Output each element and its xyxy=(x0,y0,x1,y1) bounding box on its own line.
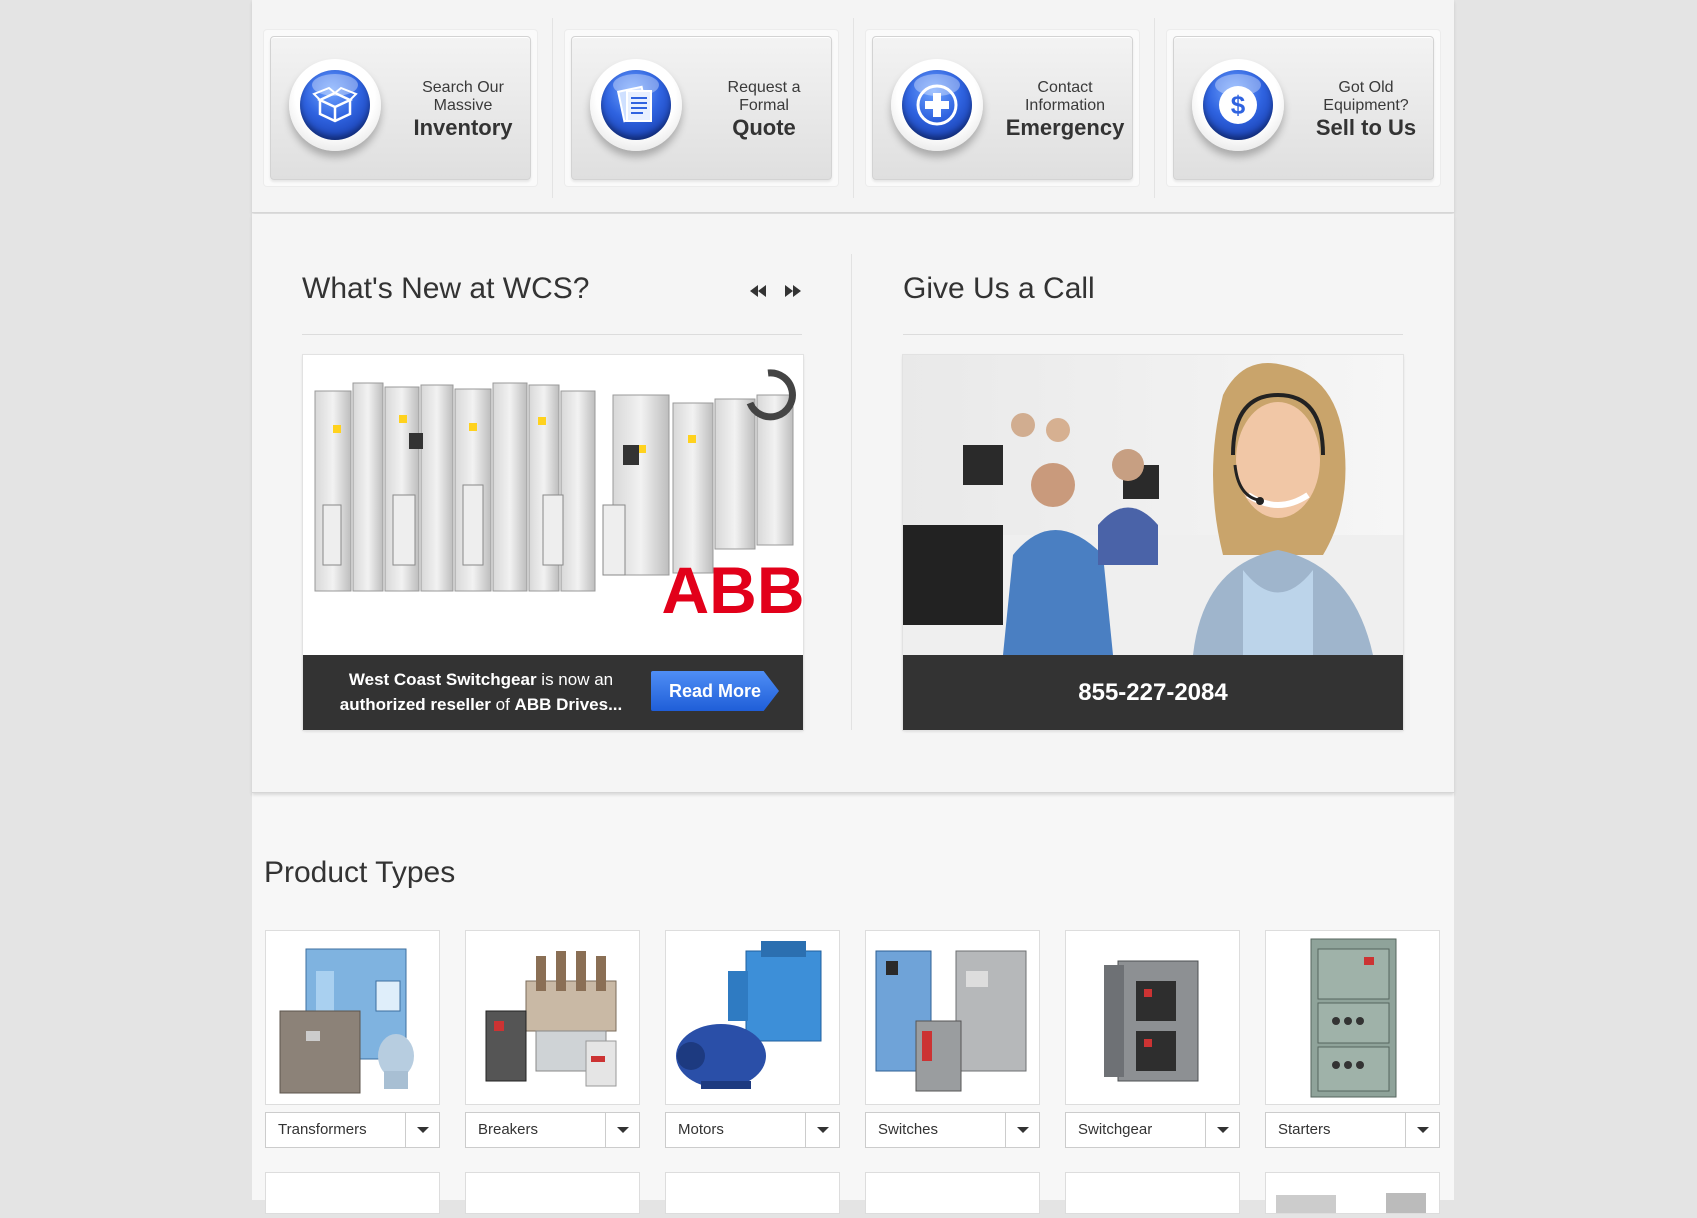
news-text: of xyxy=(490,695,515,714)
phone-number[interactable]: 855-227-2084 xyxy=(903,655,1403,730)
product-card-starters[interactable]: Starters xyxy=(1265,930,1440,1148)
dropdown-label: Switchgear xyxy=(1078,1121,1153,1138)
breakers-dropdown[interactable]: Breakers xyxy=(465,1112,640,1148)
news-company: West Coast Switchgear xyxy=(348,670,537,689)
card-title: Inventory xyxy=(413,115,513,140)
search-inventory-card[interactable]: Search Our Massive Inventory xyxy=(264,30,537,186)
product-card-switchgear[interactable]: Switchgear xyxy=(1065,930,1240,1148)
card-label: Contact Information Emergency xyxy=(995,79,1135,141)
dropdown-label: Motors xyxy=(678,1121,724,1138)
product-card-next-row[interactable] xyxy=(1265,1172,1440,1214)
next-arrow-button[interactable] xyxy=(782,280,804,302)
product-card-transformers[interactable]: Transformers xyxy=(265,930,440,1148)
switches-dropdown[interactable]: Switches xyxy=(865,1112,1040,1148)
divider xyxy=(1154,18,1155,198)
call-panel: 855-227-2084 xyxy=(903,355,1403,730)
switch-image xyxy=(865,930,1040,1105)
switchgear-image xyxy=(1065,930,1240,1105)
dollar-icon: $ xyxy=(1192,59,1284,151)
request-quote-card[interactable]: Request a Formal Quote xyxy=(565,30,838,186)
product-card-next-row[interactable] xyxy=(665,1172,840,1214)
card-line: Equipment? xyxy=(1323,97,1409,114)
abb-drives-image: ABB xyxy=(303,355,803,655)
product-card-next-row[interactable] xyxy=(1065,1172,1240,1214)
svg-text:$: $ xyxy=(1231,90,1246,120)
document-icon xyxy=(590,59,682,151)
breaker-image xyxy=(465,930,640,1105)
card-line: Contact xyxy=(1037,79,1093,96)
card-line: Got Old xyxy=(1338,79,1394,96)
card-title: Quote xyxy=(732,115,796,140)
chevron-down-icon[interactable] xyxy=(1005,1113,1039,1147)
card-face: Contact Information Emergency xyxy=(872,36,1133,180)
dropdown-label: Switches xyxy=(878,1121,939,1138)
motors-dropdown[interactable]: Motors xyxy=(665,1112,840,1148)
plus-icon xyxy=(891,59,983,151)
quick-links-bar: Search Our Massive Inventory Request a F… xyxy=(252,0,1454,213)
card-face: Search Our Massive Inventory xyxy=(270,36,531,180)
products-title: Product Types xyxy=(264,856,456,889)
read-more-button[interactable]: Read More xyxy=(651,671,779,711)
card-label: Request a Formal Quote xyxy=(694,79,834,141)
card-line: Formal xyxy=(739,97,789,114)
sell-to-us-card[interactable]: $ Got Old Equipment? Sell to Us xyxy=(1167,30,1440,186)
news-product: ABB Drives... xyxy=(514,695,623,714)
title-divider xyxy=(903,334,1403,335)
transformers-dropdown[interactable]: Transformers xyxy=(265,1112,440,1148)
product-card-breakers[interactable]: Breakers xyxy=(465,930,640,1148)
motor-image xyxy=(665,930,840,1105)
dropdown-label: Starters xyxy=(1278,1121,1331,1138)
card-line: Request a xyxy=(727,79,801,96)
chevron-down-icon[interactable] xyxy=(805,1113,839,1147)
box-icon xyxy=(289,59,381,151)
starters-dropdown[interactable]: Starters xyxy=(1265,1112,1440,1148)
dropdown-label: Transformers xyxy=(278,1121,367,1138)
news-text: is now an xyxy=(536,670,614,689)
card-line: Search Our xyxy=(422,79,504,96)
card-label: Got Old Equipment? Sell to Us xyxy=(1296,79,1436,141)
chevron-down-icon[interactable] xyxy=(405,1113,439,1147)
switchgear-dropdown[interactable]: Switchgear xyxy=(1065,1112,1240,1148)
product-card-switches[interactable]: Switches xyxy=(865,930,1040,1148)
card-face: $ Got Old Equipment? Sell to Us xyxy=(1173,36,1434,180)
divider xyxy=(851,254,852,730)
news-summary: West Coast Switchgear is now an authoriz… xyxy=(321,667,641,717)
phone-bar: 855-227-2084 xyxy=(903,655,1403,730)
emergency-contact-card[interactable]: Contact Information Emergency xyxy=(866,30,1139,186)
starter-image xyxy=(1265,930,1440,1105)
call-title: Give Us a Call xyxy=(903,272,1095,305)
card-line: Information xyxy=(1024,97,1106,114)
news-title: What's New at WCS? xyxy=(302,272,590,305)
divider xyxy=(853,18,854,198)
chevron-down-icon[interactable] xyxy=(605,1113,639,1147)
product-card-motors[interactable]: Motors xyxy=(665,930,840,1148)
previous-arrow-button[interactable] xyxy=(747,280,769,302)
call-center-photo xyxy=(903,355,1403,655)
news-role: authorized reseller xyxy=(339,695,491,714)
product-card-next-row[interactable] xyxy=(865,1172,1040,1214)
product-card-next-row[interactable] xyxy=(265,1172,440,1214)
divider xyxy=(552,18,553,198)
chevron-down-icon[interactable] xyxy=(1205,1113,1239,1147)
abb-logo: ABB xyxy=(662,553,804,627)
dropdown-label: Breakers xyxy=(478,1121,539,1138)
card-line: Massive xyxy=(433,97,493,114)
news-slide[interactable]: ABB West Coast Switchgear is now an auth… xyxy=(303,355,803,730)
product-card-next-row[interactable] xyxy=(465,1172,640,1214)
card-title: Sell to Us xyxy=(1315,115,1417,140)
page-container: Search Our Massive Inventory Request a F… xyxy=(252,0,1454,1214)
news-caption-bar: West Coast Switchgear is now an authoriz… xyxy=(303,655,803,730)
card-face: Request a Formal Quote xyxy=(571,36,832,180)
transformer-image xyxy=(265,930,440,1105)
featured-section: What's New at WCS? ABB West Coast Switch… xyxy=(252,214,1454,793)
chevron-down-icon[interactable] xyxy=(1405,1113,1439,1147)
title-divider xyxy=(302,334,802,335)
card-title: Emergency xyxy=(1005,115,1125,140)
card-label: Search Our Massive Inventory xyxy=(393,79,533,141)
